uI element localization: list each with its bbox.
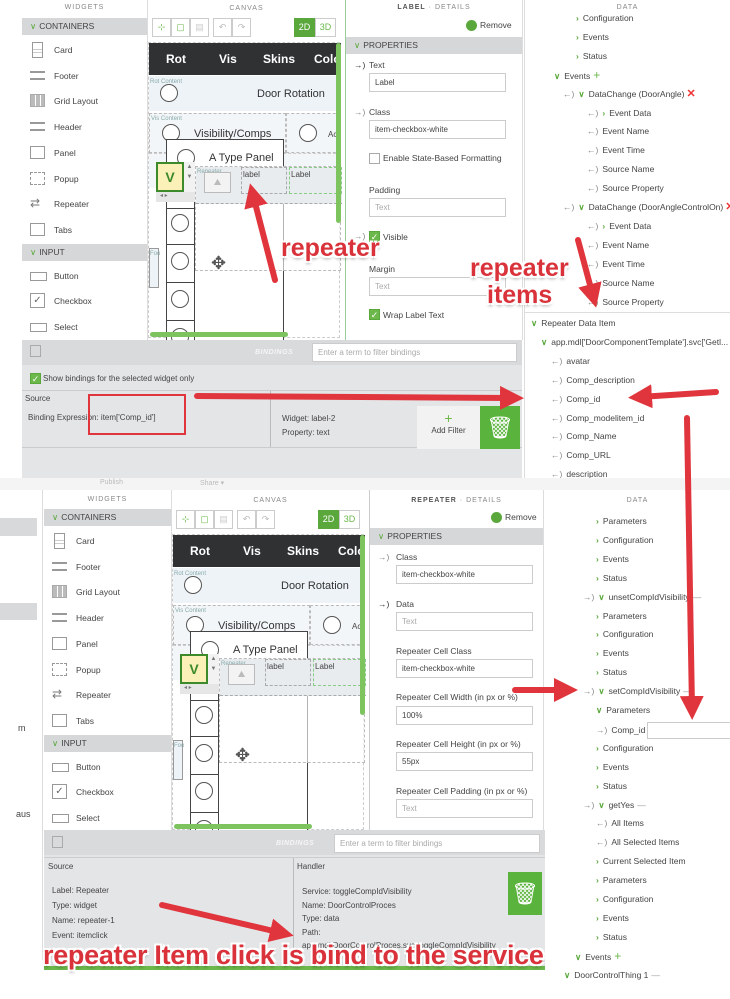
arrow-to-label bbox=[244, 183, 278, 283]
annotation-arrows bbox=[88, 183, 719, 942]
arrow-to-handler bbox=[159, 902, 294, 942]
arrow-to-repeater-items bbox=[575, 237, 602, 308]
annotation-service-note: repeater Item click is bind to the servi… bbox=[43, 940, 544, 970]
arrow-expression-to-comp-id bbox=[194, 385, 524, 410]
highlight-box bbox=[88, 394, 186, 435]
annotation-repeater-items: repeater bbox=[470, 254, 569, 282]
arrow-to-comp-id bbox=[628, 384, 719, 409]
arrow-down-to-param bbox=[679, 415, 704, 720]
annotation-repeater-items: items bbox=[487, 281, 553, 309]
annotation-repeater: repeater bbox=[281, 234, 380, 262]
